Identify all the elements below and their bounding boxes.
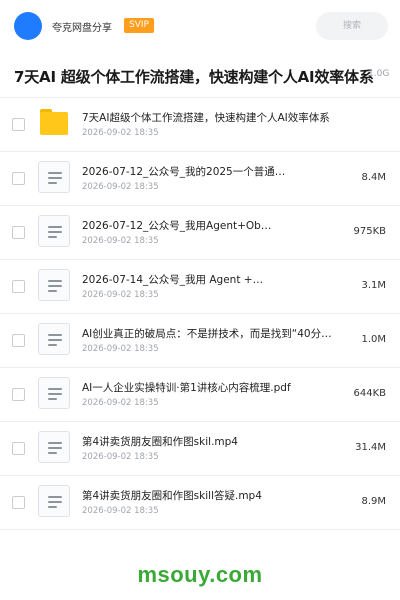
file-date: 2026-09-02 18:35 — [82, 398, 159, 408]
list-item[interactable]: 2026-07-12_公众号_我的2025一个普通… 2026-09-02 18… — [0, 152, 400, 206]
file-size: 1.0M — [361, 334, 386, 345]
total-size: 1.0G — [368, 69, 390, 79]
file-date: 2026-09-02 18:35 — [82, 182, 159, 192]
file-name: AI一人企业实操特训·第1讲核心内容梳理.pdf — [82, 382, 291, 394]
file-size: 644KB — [353, 388, 386, 399]
list-item[interactable]: 2026-07-14_公众号_我用 Agent +… 2026-09-02 18… — [0, 260, 400, 314]
folder-icon — [40, 109, 68, 135]
document-icon — [38, 431, 70, 463]
file-size: 31.4M — [355, 442, 386, 453]
list-item[interactable]: AI创业真正的破局点：不是拼技术，而是找到“40分… 2026-09-02 18… — [0, 314, 400, 368]
select-checkbox[interactable] — [12, 226, 25, 239]
select-checkbox[interactable] — [12, 118, 25, 131]
file-name: 7天AI超级个体工作流搭建，快速构建个人AI效率体系 — [82, 112, 330, 124]
avatar[interactable] — [14, 12, 42, 40]
list-item[interactable]: 第4讲卖货朋友圈和作图skil.mp4 2026-09-02 18:35 31.… — [0, 422, 400, 476]
title-bar: 7天AI 超级个体工作流搭建，快速构建个人AI效率体系 1.0G — [0, 52, 400, 98]
watermark: msouy.com — [137, 562, 263, 587]
svip-badge: SVIP — [124, 18, 154, 33]
search-input[interactable]: 搜索 — [316, 12, 388, 40]
file-size: 975KB — [353, 226, 386, 237]
document-icon — [38, 215, 70, 247]
file-date: 2026-09-02 18:35 — [82, 344, 159, 354]
user-name: 夸克网盘分享 — [52, 23, 112, 34]
file-date: 2026-09-02 18:35 — [82, 290, 159, 300]
list-item[interactable]: 第4讲卖货朋友圈和作图skill答疑.mp4 2026-09-02 18:35 … — [0, 476, 400, 530]
file-name: AI创业真正的破局点：不是拼技术，而是找到“40分… — [82, 328, 332, 340]
document-icon — [38, 377, 70, 409]
select-checkbox[interactable] — [12, 496, 25, 509]
select-checkbox[interactable] — [12, 172, 25, 185]
file-date: 2026-09-02 18:35 — [82, 506, 159, 516]
document-icon — [38, 323, 70, 355]
header: 夸克网盘分享 SVIP 搜索 — [0, 0, 400, 52]
document-icon — [38, 485, 70, 517]
file-size: 3.1M — [361, 280, 386, 291]
file-date: 2026-09-02 18:35 — [82, 452, 159, 462]
list-item[interactable]: AI一人企业实操特训·第1讲核心内容梳理.pdf 2026-09-02 18:3… — [0, 368, 400, 422]
file-date: 2026-09-02 18:35 — [82, 128, 159, 138]
file-name: 2026-07-12_公众号_我的2025一个普通… — [82, 166, 286, 178]
select-checkbox[interactable] — [12, 334, 25, 347]
file-size: 8.9M — [361, 496, 386, 507]
page-title: 7天AI 超级个体工作流搭建，快速构建个人AI效率体系 — [14, 68, 374, 86]
file-list: 7天AI超级个体工作流搭建，快速构建个人AI效率体系 2026-09-02 18… — [0, 98, 400, 530]
file-name: 第4讲卖货朋友圈和作图skil.mp4 — [82, 436, 238, 448]
file-name: 2026-07-14_公众号_我用 Agent +… — [82, 274, 264, 286]
select-checkbox[interactable] — [12, 388, 25, 401]
document-icon — [38, 161, 70, 193]
file-date: 2026-09-02 18:35 — [82, 236, 159, 246]
select-checkbox[interactable] — [12, 442, 25, 455]
file-name: 第4讲卖货朋友圈和作图skill答疑.mp4 — [82, 490, 262, 502]
list-item[interactable]: 2026-07-12_公众号_我用Agent+Ob… 2026-09-02 18… — [0, 206, 400, 260]
file-size: 8.4M — [361, 172, 386, 183]
list-item[interactable]: 7天AI超级个体工作流搭建，快速构建个人AI效率体系 2026-09-02 18… — [0, 98, 400, 152]
file-name: 2026-07-12_公众号_我用Agent+Ob… — [82, 220, 272, 232]
document-icon — [38, 269, 70, 301]
select-checkbox[interactable] — [12, 280, 25, 293]
